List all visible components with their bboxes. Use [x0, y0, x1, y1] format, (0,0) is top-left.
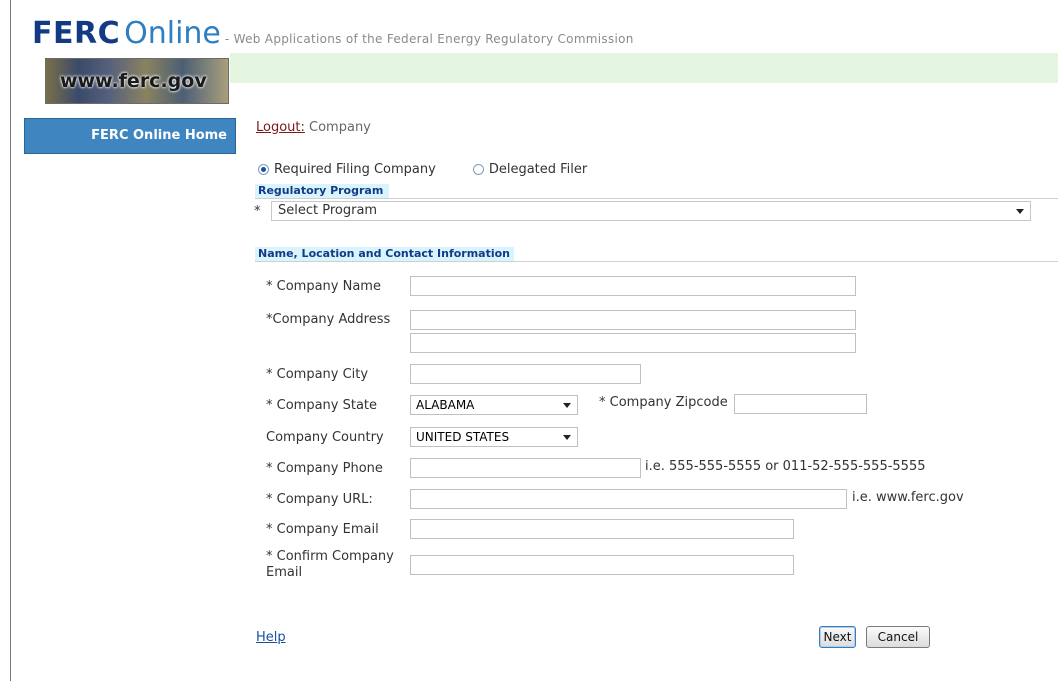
required-filing-label[interactable]: Required Filing Company — [274, 162, 436, 177]
delegated-filer-radio[interactable] — [472, 164, 484, 175]
cancel-button[interactable]: Cancel — [866, 626, 930, 648]
sidebar-item-home[interactable]: FERC Online Home — [24, 118, 236, 154]
site-title: FERC Online - Web Applications of the Fede… — [32, 16, 634, 51]
site-subtitle: - Web Applications of the Federal Energy… — [224, 32, 634, 46]
confirm-email-label-line2: Email — [266, 565, 303, 580]
help-link[interactable]: Help — [256, 630, 286, 645]
company-email-input[interactable] — [410, 519, 794, 539]
company-name-label: * Company Name — [266, 279, 381, 294]
company-country-select[interactable]: UNITED STATES — [410, 427, 578, 447]
header-band — [230, 53, 1058, 83]
company-url-label: * Company URL: — [266, 492, 373, 507]
company-phone-input[interactable] — [410, 458, 641, 478]
company-phone-label: * Company Phone — [266, 461, 383, 476]
ferc-logo[interactable]: www.ferc.gov — [45, 58, 229, 104]
required-mark: * — [254, 204, 261, 219]
confirm-email-input[interactable] — [410, 555, 794, 575]
regulatory-program-value: Select Program — [278, 203, 378, 218]
contact-info-rule — [255, 261, 1058, 262]
company-name-input[interactable] — [410, 276, 856, 296]
company-city-label: * Company City — [266, 367, 369, 382]
company-city-input[interactable] — [410, 364, 641, 384]
company-url-input[interactable] — [410, 489, 847, 509]
regulatory-program-rule — [255, 198, 1058, 199]
company-zip-input[interactable] — [734, 394, 867, 414]
logged-in-user: Company — [309, 120, 371, 135]
chevron-down-icon — [563, 435, 571, 440]
logout-row: Logout: Company — [256, 120, 371, 135]
logout-link[interactable]: Logout: — [256, 120, 305, 135]
page-left-border — [10, 0, 11, 681]
delegated-filer-label[interactable]: Delegated Filer — [489, 162, 587, 177]
company-address-label: *Company Address — [266, 312, 391, 327]
regulatory-program-select[interactable]: Select Program — [271, 201, 1031, 221]
regulatory-program-heading: Regulatory Program — [255, 184, 389, 198]
chevron-down-icon — [1016, 209, 1024, 214]
brand-ferc: FERC — [32, 16, 121, 51]
company-email-label: * Company Email — [266, 522, 379, 537]
company-zip-label: * Company Zipcode — [599, 395, 728, 410]
company-address-line1-input[interactable] — [410, 310, 856, 330]
company-url-hint: i.e. www.ferc.gov — [852, 490, 964, 505]
company-state-value: ALABAMA — [416, 398, 475, 412]
company-phone-hint: i.e. 555-555-5555 or 011-52-555-555-5555 — [645, 459, 926, 474]
company-country-value: UNITED STATES — [416, 430, 510, 444]
next-button[interactable]: Next — [819, 626, 856, 648]
confirm-email-label-line1: * Confirm Company — [266, 549, 394, 564]
company-country-label: Company Country — [266, 430, 384, 445]
contact-info-heading: Name, Location and Contact Information — [255, 247, 514, 261]
filer-type-group: Required Filing Company Delegated Filer — [258, 162, 587, 177]
company-state-label: * Company State — [266, 398, 378, 413]
required-filing-radio[interactable] — [258, 164, 269, 175]
brand-online: Online — [124, 16, 221, 51]
company-address-line2-input[interactable] — [410, 333, 856, 353]
logo-text: www.ferc.gov — [60, 70, 207, 92]
chevron-down-icon — [563, 403, 571, 408]
company-state-select[interactable]: ALABAMA — [410, 395, 578, 415]
